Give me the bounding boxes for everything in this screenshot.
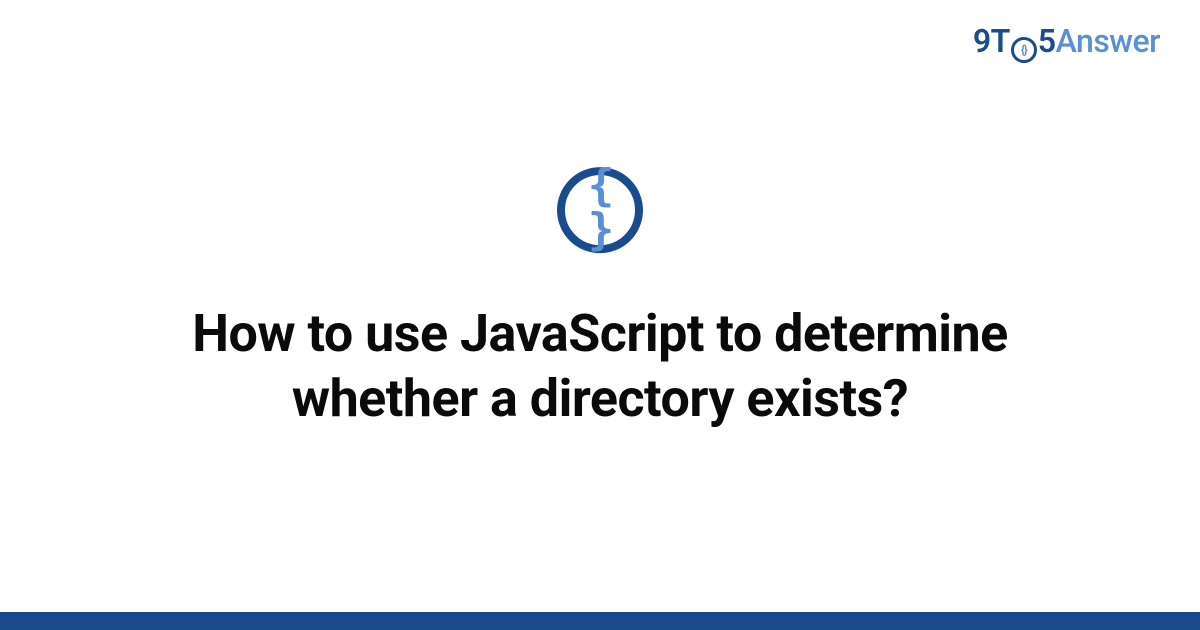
main-content: { } How to use JavaScript to determine w… — [0, 167, 1200, 431]
logo-suffix: Answer — [1056, 22, 1160, 60]
site-logo: 9T 5Answer — [973, 22, 1160, 63]
logo-middle: 5 — [1038, 22, 1056, 60]
logo-braces-icon — [1011, 37, 1037, 63]
logo-prefix: 9T — [973, 22, 1010, 60]
page-title: How to use JavaScript to determine wheth… — [130, 301, 1070, 431]
braces-icon: { } — [565, 164, 635, 252]
footer-accent-bar — [0, 612, 1200, 630]
category-badge-icon: { } — [557, 167, 643, 253]
